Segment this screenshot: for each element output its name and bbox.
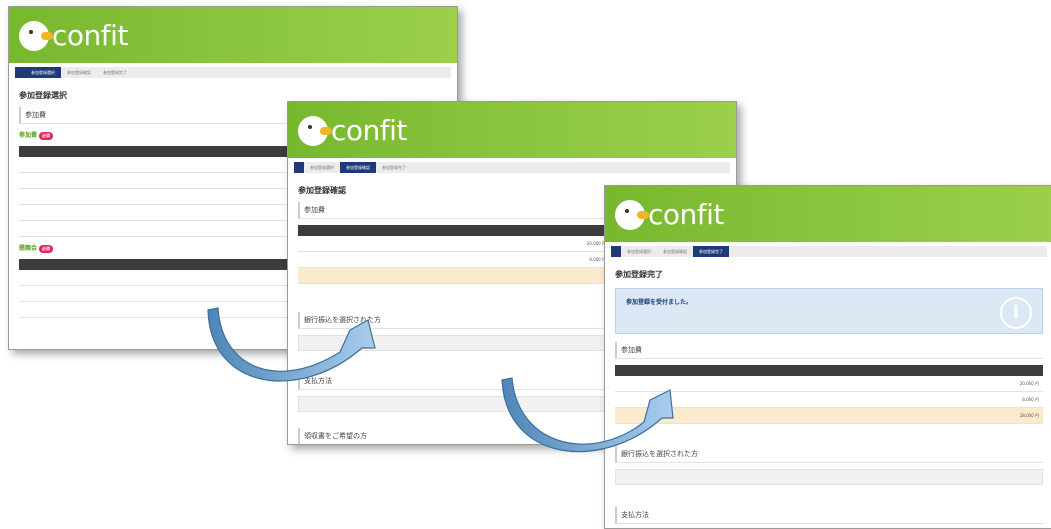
confit-bird-icon: [298, 116, 332, 146]
group-label: 懇親会: [19, 245, 38, 252]
breadcrumb-step-3: 参加登録完了: [382, 164, 406, 170]
logo-text: confit: [648, 198, 724, 231]
amount: 8,000 円: [1022, 397, 1039, 402]
flow-arrow-2: [501, 377, 674, 453]
breadcrumb-step-2: 参加登録確認: [67, 69, 91, 75]
breadcrumb-step-3: 参加登録完了: [103, 69, 127, 75]
breadcrumb-step-1[interactable]: 参加登録選択: [304, 165, 340, 171]
group-label: 参加費: [19, 132, 38, 139]
total-amount: 28,000 円: [1019, 413, 1039, 418]
info-message: 参加登録を受付ました。 i: [615, 288, 1043, 334]
site-header: confit: [605, 186, 1051, 242]
breadcrumb: 参加登録選択 参加登録確認 参加登録完了: [15, 67, 451, 78]
flow-arrow-1: [207, 307, 376, 382]
breadcrumb: 参加登録選択 参加登録確認 参加登録完了: [611, 246, 1047, 257]
page-title: 参加登録選択: [19, 91, 67, 100]
breadcrumb-step-2: 参加登録確認: [663, 248, 687, 254]
confit-bird-icon: [615, 200, 649, 230]
breadcrumb: 参加登録選択 参加登録確認 参加登録完了: [294, 162, 730, 173]
breadcrumb-step-1: 参加登録選択: [627, 248, 651, 254]
site-header: confit: [9, 7, 457, 63]
home-icon[interactable]: [294, 162, 304, 173]
info-icon: i: [1000, 297, 1032, 329]
confit-bird-icon: [19, 21, 53, 51]
required-badge: 必須: [39, 245, 54, 253]
confit-logo[interactable]: confit: [615, 198, 724, 232]
bank-transfer-field: [615, 469, 1043, 485]
page-title: 参加登録完了: [615, 270, 663, 279]
amount: 20,000 円: [1019, 381, 1039, 386]
logo-text: confit: [331, 114, 407, 147]
section-heading: 支払方法: [615, 507, 1043, 524]
required-badge: 必須: [39, 132, 54, 140]
confit-logo[interactable]: confit: [298, 114, 407, 148]
confit-logo[interactable]: confit: [19, 19, 128, 53]
breadcrumb-step-2: 参加登録確認: [340, 162, 376, 173]
home-icon[interactable]: [611, 246, 621, 257]
screenshot-registration-complete: confit 参加登録選択 参加登録確認 参加登録完了 参加登録完了 参加登録を…: [604, 185, 1051, 529]
info-text: 参加登録を受付ました。: [626, 299, 693, 306]
site-header: confit: [288, 102, 736, 158]
section-heading: 参加費: [615, 342, 1043, 359]
logo-text: confit: [52, 19, 128, 52]
breadcrumb-step-3: 参加登録完了: [693, 246, 729, 257]
home-icon[interactable]: [15, 67, 25, 78]
breadcrumb-step-1[interactable]: 参加登録選択: [25, 67, 61, 78]
